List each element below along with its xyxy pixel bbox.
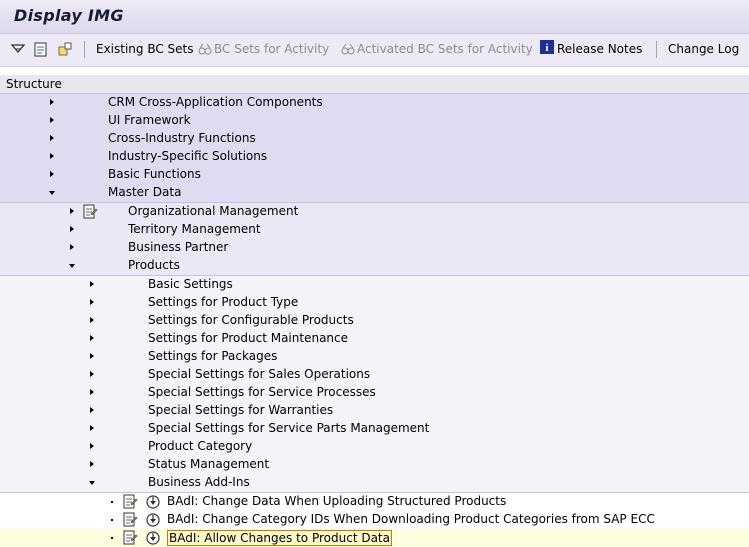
tree-node[interactable]: Basic Functions [0, 166, 749, 184]
collapse-triangle-icon[interactable] [69, 264, 75, 268]
release-notes-button[interactable]: Release Notes [557, 42, 642, 56]
tree-node[interactable]: Business Partner [0, 239, 749, 257]
activated-bc-sets-for-activity-button[interactable]: Activated BC Sets for Activity [357, 42, 533, 56]
expand-triangle-icon[interactable] [50, 99, 54, 105]
tree-node[interactable]: Special Settings for Warranties [0, 402, 749, 420]
tree-node-label[interactable]: CRM Cross-Application Components [108, 95, 323, 109]
tree-node-label[interactable]: Special Settings for Service Parts Manag… [148, 421, 429, 435]
tree-node[interactable]: Settings for Packages [0, 348, 749, 366]
tree-node-label[interactable]: Industry-Specific Solutions [108, 149, 267, 163]
expand-triangle-icon[interactable] [90, 407, 94, 413]
documentation-icon[interactable] [82, 204, 98, 220]
application-toolbar: Existing BC Sets BC Sets for Activity Ac… [0, 34, 749, 67]
svg-text:i: i [545, 42, 548, 54]
expand-triangle-icon[interactable] [70, 208, 74, 214]
tree-node[interactable]: Settings for Product Maintenance [0, 330, 749, 348]
structure-label: Structure [6, 77, 62, 91]
leaf-bullet-icon [111, 501, 113, 503]
existing-bc-sets-button[interactable]: Existing BC Sets [96, 42, 194, 56]
leaf-bullet-icon [111, 519, 113, 521]
expand-triangle-icon[interactable] [50, 135, 54, 141]
expand-triangle-icon[interactable] [50, 153, 54, 159]
tree-node-label[interactable]: Products [128, 258, 180, 272]
tree-node-label[interactable]: Master Data [108, 185, 181, 199]
tree-node[interactable]: Industry-Specific Solutions [0, 148, 749, 166]
structure-header: Structure [0, 75, 749, 94]
expand-triangle-icon[interactable] [70, 244, 74, 250]
collapse-triangle-icon[interactable] [49, 191, 55, 195]
tree-node-label[interactable]: BAdI: Change Category IDs When Downloadi… [167, 512, 655, 526]
window-title: Display IMG [14, 6, 124, 25]
expand-triangle-icon[interactable] [90, 443, 94, 449]
tree-node-label[interactable]: Status Management [148, 457, 269, 471]
tree-node[interactable]: Settings for Product Type [0, 294, 749, 312]
change-log-button[interactable]: Change Log [668, 42, 739, 56]
documentation-icon[interactable] [33, 41, 49, 57]
expand-triangle-icon[interactable] [90, 371, 94, 377]
tree-node[interactable]: BAdI: Change Category IDs When Downloadi… [0, 511, 749, 529]
tree-node[interactable]: Cross-Industry Functions [0, 130, 749, 148]
tree-node-label[interactable]: UI Framework [108, 113, 191, 127]
documentation-icon[interactable] [122, 494, 138, 510]
expand-subtree-icon[interactable] [10, 41, 26, 57]
tree-node-label[interactable]: Special Settings for Warranties [148, 403, 333, 417]
tree-node[interactable]: CRM Cross-Application Components [0, 94, 749, 112]
tree-node-label[interactable]: Basic Functions [108, 167, 201, 181]
execute-clock-icon[interactable] [145, 494, 161, 510]
expand-triangle-icon[interactable] [70, 226, 74, 232]
collapse-triangle-icon[interactable] [89, 481, 95, 485]
expand-triangle-icon[interactable] [90, 461, 94, 467]
info-icon: i [540, 40, 554, 54]
toolbar-separator [84, 41, 85, 58]
tree-node-label[interactable]: Cross-Industry Functions [108, 131, 256, 145]
tree-node-label[interactable]: Settings for Packages [148, 349, 277, 363]
expand-triangle-icon[interactable] [90, 317, 94, 323]
tree-node-label[interactable]: BAdI: Change Data When Uploading Structu… [167, 494, 506, 508]
tree-node-label[interactable]: Business Add-Ins [148, 475, 250, 489]
tree-node-label[interactable]: Special Settings for Sales Operations [148, 367, 370, 381]
expand-triangle-icon[interactable] [90, 389, 94, 395]
bc-sets-for-activity-button[interactable]: BC Sets for Activity [214, 42, 329, 56]
tree-node[interactable]: Special Settings for Sales Operations [0, 366, 749, 384]
expand-triangle-icon[interactable] [90, 299, 94, 305]
where-used-icon[interactable] [57, 41, 73, 57]
tree-node[interactable]: UI Framework [0, 112, 749, 130]
tree-node-label[interactable]: Territory Management [128, 222, 261, 236]
expand-triangle-icon[interactable] [90, 425, 94, 431]
expand-triangle-icon[interactable] [90, 281, 94, 287]
activated-bc-sets-glasses-icon [341, 43, 355, 55]
tree-node[interactable]: Special Settings for Service Processes [0, 384, 749, 402]
documentation-icon[interactable] [122, 512, 138, 528]
tree-node-label[interactable]: Settings for Configurable Products [148, 313, 354, 327]
tree-node-label[interactable]: Special Settings for Service Processes [148, 385, 376, 399]
tree-node[interactable]: Settings for Configurable Products [0, 312, 749, 330]
tree-node-label[interactable]: Business Partner [128, 240, 228, 254]
tree-node-label[interactable]: Basic Settings [148, 277, 233, 291]
expand-triangle-icon[interactable] [50, 117, 54, 123]
tree-node[interactable]: Basic Settings [0, 276, 749, 294]
tree-node-label[interactable]: Settings for Product Type [148, 295, 298, 309]
expand-triangle-icon[interactable] [90, 353, 94, 359]
bc-sets-glasses-icon [198, 43, 212, 55]
tree-node[interactable]: Organizational Management [0, 203, 749, 221]
toolbar-separator [656, 41, 657, 58]
tree-node[interactable]: Product Category [0, 438, 749, 456]
tree-node-label[interactable]: Settings for Product Maintenance [148, 331, 348, 345]
expand-triangle-icon[interactable] [50, 171, 54, 177]
execute-clock-icon[interactable] [145, 512, 161, 528]
tree-node[interactable]: Master Data [0, 184, 749, 202]
tree-node[interactable]: Territory Management [0, 221, 749, 239]
leaf-bullet-icon [111, 537, 113, 539]
tree-node[interactable]: Status Management [0, 456, 749, 474]
tree-node[interactable]: BAdI: Change Data When Uploading Structu… [0, 493, 749, 511]
tree-node[interactable]: Business Add-Ins [0, 474, 749, 492]
title-bar: Display IMG [0, 0, 749, 34]
tree-node[interactable]: BAdI: Allow Changes to Product Data [0, 529, 749, 547]
tree-node-label[interactable]: Product Category [148, 439, 252, 453]
tree-node[interactable]: Products [0, 257, 749, 275]
tree-node-label[interactable]: Organizational Management [128, 204, 298, 218]
expand-triangle-icon[interactable] [90, 335, 94, 341]
tree-node[interactable]: Special Settings for Service Parts Manag… [0, 420, 749, 438]
